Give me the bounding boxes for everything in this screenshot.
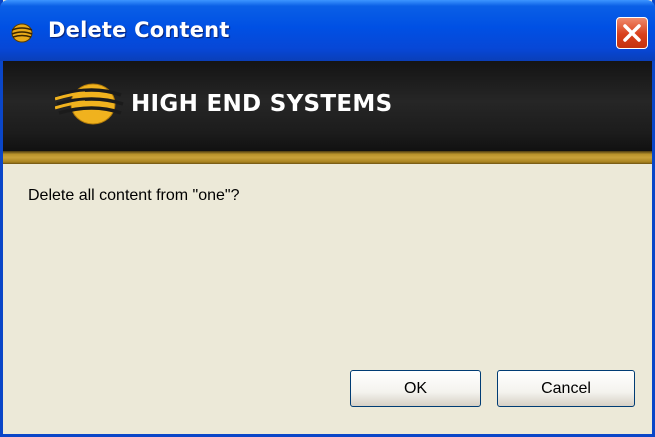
confirmation-message: Delete all content from "one"?	[28, 187, 240, 204]
app-globe-icon	[11, 23, 33, 43]
dialog-window: Delete Content HIGH END SYSTEMS Delete a…	[0, 0, 655, 437]
globe-logo-icon	[55, 83, 124, 125]
close-x-icon	[623, 24, 641, 42]
window-title: Delete Content	[48, 18, 230, 42]
close-button[interactable]	[616, 17, 648, 49]
brand-banner: HIGH END SYSTEMS	[3, 61, 652, 151]
gold-divider	[3, 151, 652, 164]
brand-logo-text: HIGH END SYSTEMS	[131, 91, 393, 117]
title-bar[interactable]: Delete Content	[0, 0, 655, 61]
cancel-button[interactable]: Cancel	[497, 370, 635, 407]
ok-button[interactable]: OK	[350, 370, 481, 407]
